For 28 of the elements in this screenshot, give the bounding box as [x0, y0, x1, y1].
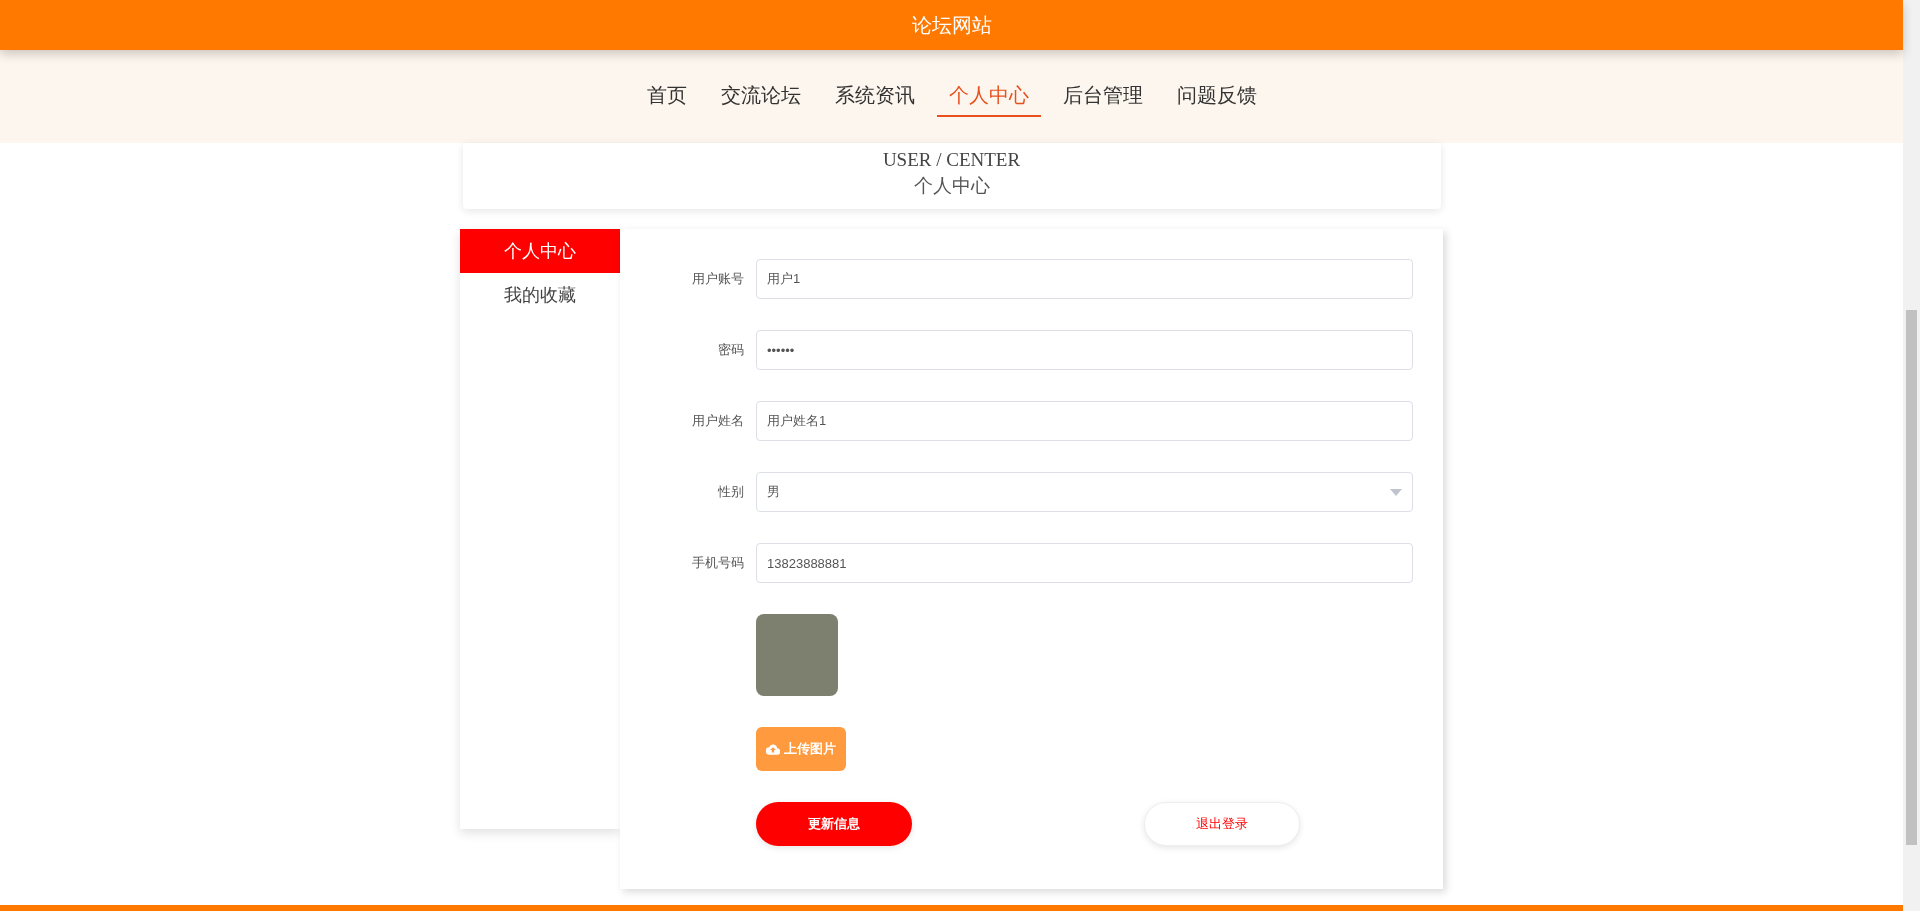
nav-link[interactable]: 系统资讯: [822, 76, 927, 117]
site-title: 论坛网站: [0, 0, 1903, 50]
select-field[interactable]: 男: [756, 472, 1413, 512]
field-label: 密码: [717, 341, 745, 359]
nav-link[interactable]: 后台管理: [1050, 76, 1155, 117]
input-field[interactable]: 用户1: [756, 259, 1413, 299]
logout-button[interactable]: 退出登录: [1144, 802, 1300, 846]
scrollbar[interactable]: [1903, 0, 1920, 911]
page-subtitle: 个人中心: [913, 174, 990, 198]
select-value: 男: [767, 483, 780, 501]
field-label: 手机号码: [691, 554, 745, 572]
input-field[interactable]: 13823888881: [756, 543, 1413, 583]
sidebar-item[interactable]: 个人中心: [460, 229, 620, 273]
cloud-upload-icon: [766, 743, 780, 755]
nav-link[interactable]: 交流论坛: [708, 76, 813, 117]
nav-link[interactable]: 个人中心: [936, 76, 1041, 117]
password-field[interactable]: ••••••: [756, 330, 1413, 370]
field-label: 性别: [717, 483, 745, 501]
input-field[interactable]: 用户姓名1: [756, 401, 1413, 441]
update-button[interactable]: 更新信息: [756, 802, 912, 846]
field-label: 用户账号: [691, 270, 745, 288]
caret-icon: [1390, 488, 1402, 496]
page-title: USER / CENTER: [882, 148, 1021, 172]
field-label: 用户姓名: [691, 412, 745, 430]
scrollbar-thumb[interactable]: [1906, 310, 1917, 845]
nav-link[interactable]: 问题反馈: [1164, 76, 1269, 117]
nav-link[interactable]: 首页: [634, 76, 699, 117]
sidebar-item[interactable]: 我的收藏: [460, 273, 620, 317]
